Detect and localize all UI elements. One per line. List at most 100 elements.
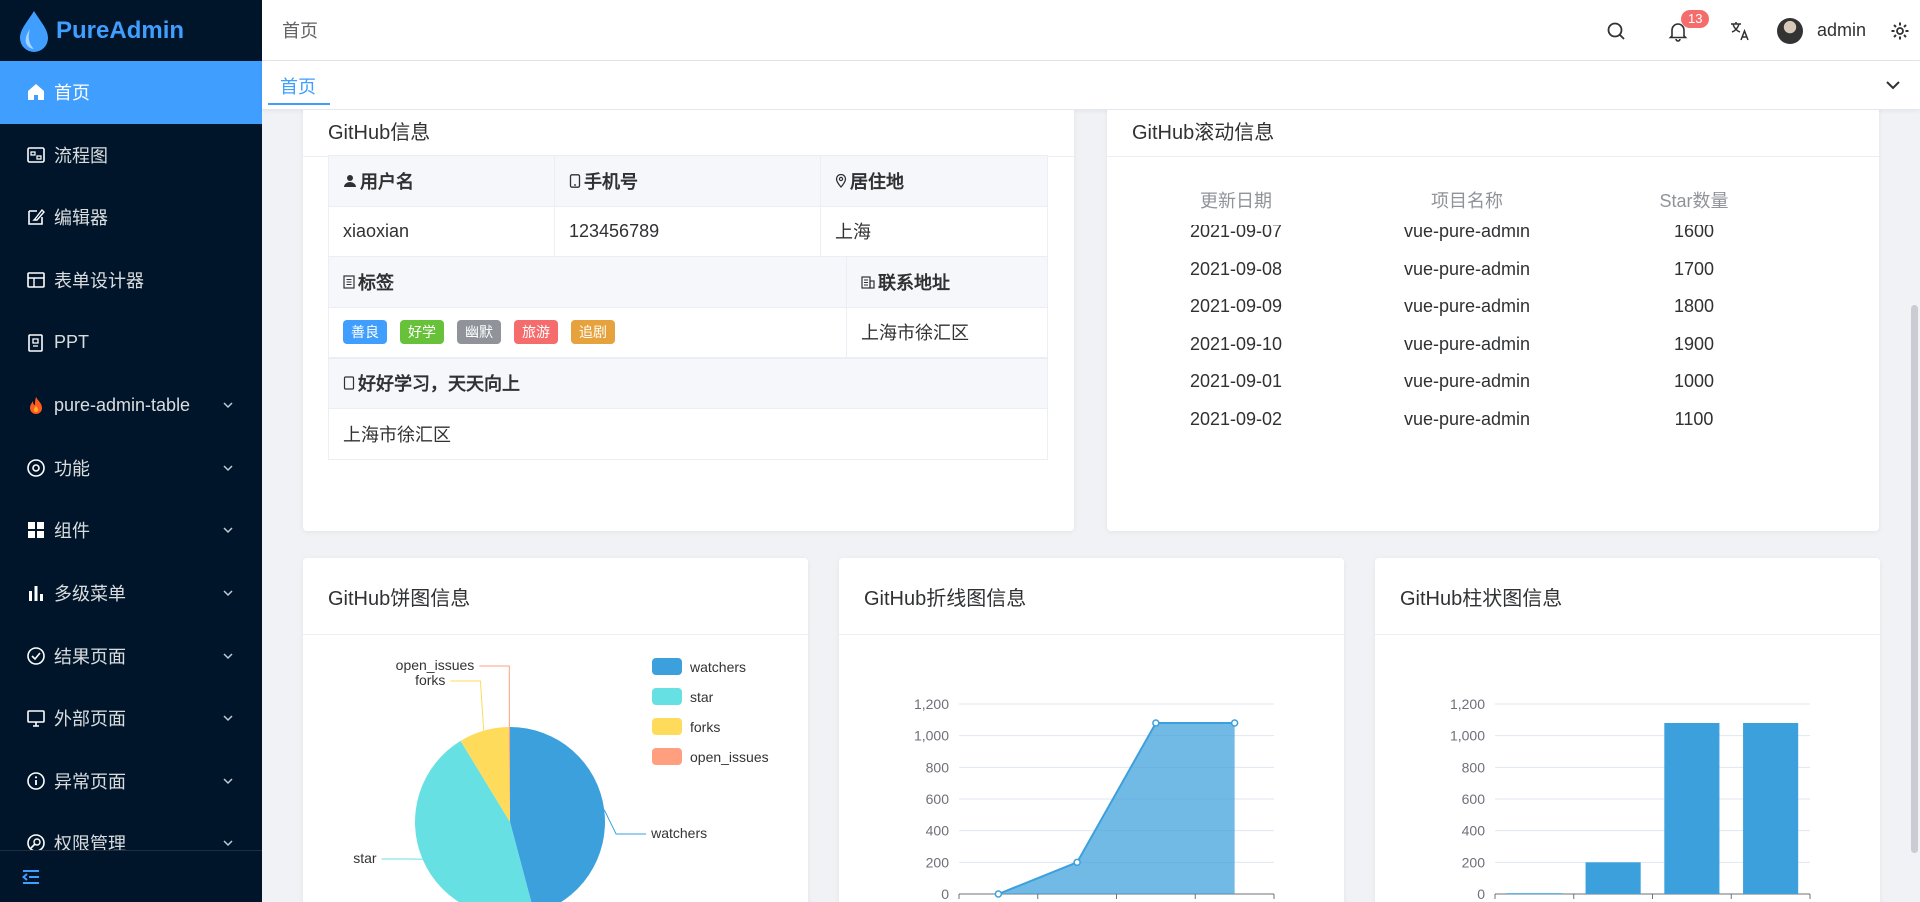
y-tick-label: 1,200 xyxy=(1450,696,1485,712)
motto-value: 上海市徐汇区 xyxy=(343,424,451,445)
vertical-scrollbar[interactable] xyxy=(1911,305,1918,853)
tags-label: 标签 xyxy=(329,257,847,307)
bar xyxy=(1585,862,1641,894)
legend-swatch xyxy=(652,748,682,765)
tab-home[interactable]: 首页 xyxy=(268,67,328,105)
tag: 幽默 xyxy=(457,320,501,345)
column-header: 项目名称 xyxy=(1431,191,1503,211)
bar-chart: 0 200 400 600 800 1,000 1,200 xyxy=(1450,696,1811,902)
sidebar-item-label: 流程图 xyxy=(54,145,108,166)
notification-button[interactable]: 13 xyxy=(1647,0,1710,61)
sidebar-item-1[interactable]: 流程图 xyxy=(0,124,262,187)
sidebar-item-label: pure-admin-table xyxy=(54,394,191,415)
sidebar-item-label: 功能 xyxy=(54,458,90,479)
tag: 追剧 xyxy=(571,320,615,345)
legend-swatch xyxy=(652,688,682,705)
tags-view: 首页 xyxy=(262,61,1920,110)
card-title: GitHub柱状图信息 xyxy=(1375,558,1880,635)
chevron-down-icon xyxy=(223,715,233,722)
data-point xyxy=(1230,719,1239,727)
column-header: Star数量 xyxy=(1659,191,1729,211)
pie-leader-line xyxy=(479,665,510,728)
sidebar-item-3[interactable]: 表单设计器 xyxy=(0,249,262,312)
sidebar-item-9[interactable]: 结果页面 xyxy=(0,624,262,687)
main-content: GitHub信息 用户名 手机号 居住地 xiaoxian 123456789 xyxy=(262,110,1920,902)
y-tick-label: 200 xyxy=(1462,854,1486,870)
residence-label: 居住地 xyxy=(821,156,1047,206)
location-icon xyxy=(835,173,847,188)
sidebar-item-5[interactable]: pure-admin-table xyxy=(0,374,262,437)
pie-label: open_issues xyxy=(396,657,475,673)
logo[interactable]: PureAdmin xyxy=(0,0,262,61)
y-tick-label: 800 xyxy=(926,759,950,775)
translate-icon xyxy=(1730,21,1749,40)
table-cell: 1800 xyxy=(1673,296,1715,317)
gear-icon xyxy=(1891,22,1909,39)
y-tick-label: 400 xyxy=(926,823,950,839)
sidebar-item-11[interactable]: 异常页面 xyxy=(0,750,262,813)
chevron-down-icon xyxy=(223,590,233,597)
search-icon xyxy=(1607,22,1625,40)
chevron-down-icon xyxy=(223,402,233,409)
search-button[interactable] xyxy=(1585,0,1647,61)
tablet-icon xyxy=(343,376,355,390)
sidebar-item-label: 异常页面 xyxy=(54,771,126,792)
pie-label: forks xyxy=(415,672,445,688)
scroll-table-body: 2021-09-07 vue-pure-admin 1600 2021-09-08 vu… xyxy=(1107,225,1879,433)
app-title: PureAdmin xyxy=(56,16,185,44)
sidebar-item-2[interactable]: 编辑器 xyxy=(0,186,262,249)
pie-leader-line xyxy=(603,809,647,835)
pie-leader-line xyxy=(450,680,485,731)
table-cell: 2021-09-10 xyxy=(1189,333,1283,354)
table-cell: 2021-09-02 xyxy=(1189,408,1283,429)
user-menu[interactable]: admin xyxy=(1771,17,1880,44)
chevron-down-icon[interactable] xyxy=(1884,76,1902,94)
legend-swatch xyxy=(652,658,682,675)
line-chart-card: GitHub折线图信息 0 200 400 600 800 1,000 1,200 xyxy=(839,558,1344,902)
table-row: 2021-09-09 vue-pure-admin 1800 xyxy=(1107,288,1879,326)
tag: 好学 xyxy=(400,320,444,345)
table-cell: 2021-09-07 xyxy=(1189,225,1283,242)
legend-swatch xyxy=(652,718,682,735)
chevron-down-icon xyxy=(223,465,233,471)
table-cell: 2021-09-01 xyxy=(1189,371,1283,392)
desc-label-row: 标签 联系地址 xyxy=(329,257,1047,308)
username-label: 用户名 xyxy=(329,156,555,206)
sidebar-item-0[interactable]: 首页 xyxy=(0,61,262,124)
bar xyxy=(1743,723,1799,894)
language-button[interactable] xyxy=(1709,0,1771,61)
breadcrumb[interactable]: 首页 xyxy=(282,17,318,43)
sidebar-item-8[interactable]: 多级菜单 xyxy=(0,562,262,625)
descriptions-table: 用户名 手机号 居住地 xiaoxian 123456789 上海 标签 联系地… xyxy=(328,155,1048,460)
y-tick-label: 0 xyxy=(941,886,949,902)
table-cell: 1000 xyxy=(1673,371,1715,392)
logo-icon xyxy=(20,10,48,52)
tab-active-indicator xyxy=(268,103,330,105)
table-cell: vue-pure-admin xyxy=(1403,258,1531,279)
legend-label: watchers xyxy=(689,659,746,675)
sidebar: PureAdmin 首页流程图编辑器 表单设计器 PPT pure-admin-tab… xyxy=(0,0,262,902)
function-icon xyxy=(26,458,46,478)
settings-button[interactable] xyxy=(1880,0,1920,61)
table-cell: 1100 xyxy=(1674,408,1714,429)
chevron-down-icon xyxy=(223,840,233,847)
table-row: 2021-09-07 vue-pure-admin 1600 xyxy=(1107,225,1879,251)
table-row: 2021-09-10 vue-pure-admin 1900 xyxy=(1107,326,1879,364)
sidebar-item-7[interactable]: 组件 xyxy=(0,499,262,562)
y-tick-label: 1,000 xyxy=(1450,728,1485,744)
desc-label-row: 好好学习，天天向上 xyxy=(329,358,1047,409)
tab-label: 首页 xyxy=(280,77,316,97)
sidebar-item-4[interactable]: PPT xyxy=(0,311,262,374)
table-cell: 1900 xyxy=(1673,333,1715,354)
table-cell: 1700 xyxy=(1673,258,1715,279)
avatar xyxy=(1776,17,1803,44)
phone-label: 手机号 xyxy=(555,156,821,206)
sidebar-item-6[interactable]: 功能 xyxy=(0,437,262,500)
line-chart: 0 200 400 600 800 1,000 1,200 xyxy=(914,696,1275,902)
sidebar-item-10[interactable]: 外部页面 xyxy=(0,687,262,750)
area-fill xyxy=(998,723,1235,894)
address-label: 联系地址 xyxy=(847,257,1047,307)
y-tick-label: 0 xyxy=(1477,886,1485,902)
collapse-sidebar-button[interactable] xyxy=(0,850,262,902)
table-cell: vue-pure-admin xyxy=(1403,333,1531,354)
